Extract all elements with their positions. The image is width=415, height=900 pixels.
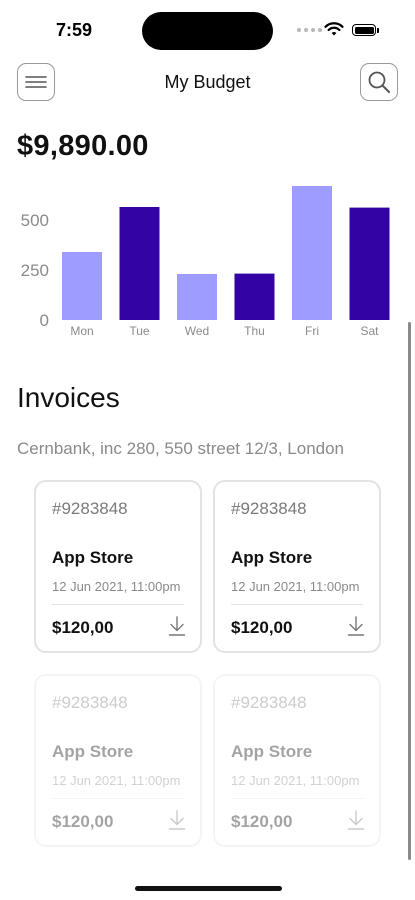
- home-indicator[interactable]: [135, 886, 282, 891]
- invoice-merchant: App Store: [231, 548, 313, 567]
- invoice-amount: $120,00: [231, 618, 293, 637]
- chart-bar-thu[interactable]: [234, 273, 275, 320]
- chart-bar-wed[interactable]: [177, 274, 217, 320]
- y-tick-label: 500: [21, 211, 49, 230]
- invoice-date: 12 Jun 2021, 11:00pm: [231, 579, 360, 594]
- y-tick-label: 0: [40, 311, 49, 330]
- x-tick-label: Fri: [305, 324, 319, 338]
- invoice-amount: $120,00: [52, 812, 114, 831]
- x-tick-label: Sat: [360, 324, 379, 338]
- invoice-merchant: App Store: [52, 548, 134, 567]
- y-tick-label: 250: [21, 261, 49, 280]
- invoice-number: #9283848: [231, 499, 307, 518]
- x-tick-label: Wed: [185, 324, 209, 338]
- status-bar: 7:59: [0, 0, 415, 50]
- invoice-address: Cernbank, inc 280, 550 street 12/3, Lond…: [17, 439, 345, 458]
- x-tick-label: Thu: [244, 324, 265, 338]
- x-tick-label: Tue: [129, 324, 150, 338]
- x-tick-label: Mon: [70, 324, 93, 338]
- invoice-date: 12 Jun 2021, 11:00pm: [231, 773, 360, 788]
- download-icon[interactable]: [168, 810, 186, 830]
- invoices-heading: Invoices: [17, 382, 120, 413]
- battery-tip: [377, 28, 379, 33]
- invoice-date: 12 Jun 2021, 11:00pm: [52, 773, 181, 788]
- card-divider: [52, 798, 184, 799]
- download-icon[interactable]: [168, 616, 186, 636]
- download-icon[interactable]: [347, 810, 365, 830]
- status-time: 7:59: [56, 20, 93, 40]
- search-button[interactable]: [360, 63, 398, 101]
- scrollbar[interactable]: [408, 322, 411, 860]
- chart-bar-fri[interactable]: [292, 186, 332, 320]
- invoice-card[interactable]: #9283848 App Store 12 Jun 2021, 11:00pm …: [34, 480, 202, 653]
- chart-bar-mon[interactable]: [62, 252, 102, 320]
- wifi-icon: [324, 22, 344, 42]
- card-divider: [231, 604, 363, 605]
- invoice-merchant: App Store: [231, 742, 313, 761]
- invoice-card[interactable]: #9283848 App Store 12 Jun 2021, 11:00pm …: [213, 480, 381, 653]
- invoice-amount: $120,00: [52, 618, 114, 637]
- weekly-spending-chart: 0 250 500 Mon Tue Wed Thu Fri Sat: [21, 186, 390, 338]
- balance-amount: $9,890.00: [17, 130, 149, 162]
- chart-bar-sat[interactable]: [349, 207, 390, 320]
- dynamic-island: [142, 12, 273, 50]
- invoice-amount: $120,00: [231, 812, 293, 831]
- card-divider: [231, 798, 363, 799]
- page-title: My Budget: [164, 72, 251, 92]
- invoice-card[interactable]: #9283848 App Store 12 Jun 2021, 11:00pm …: [213, 674, 381, 847]
- card-divider: [52, 604, 184, 605]
- invoice-merchant: App Store: [52, 742, 134, 761]
- invoice-number: #9283848: [52, 499, 128, 518]
- invoice-number: #9283848: [52, 693, 128, 712]
- invoice-card[interactable]: #9283848 App Store 12 Jun 2021, 11:00pm …: [34, 674, 202, 847]
- invoice-number: #9283848: [231, 693, 307, 712]
- search-icon: [368, 71, 390, 93]
- chart-bar-tue[interactable]: [119, 207, 160, 320]
- cellular-signal-icon: [297, 28, 322, 32]
- battery-icon: [352, 24, 376, 36]
- invoice-date: 12 Jun 2021, 11:00pm: [52, 579, 181, 594]
- download-icon[interactable]: [347, 616, 365, 636]
